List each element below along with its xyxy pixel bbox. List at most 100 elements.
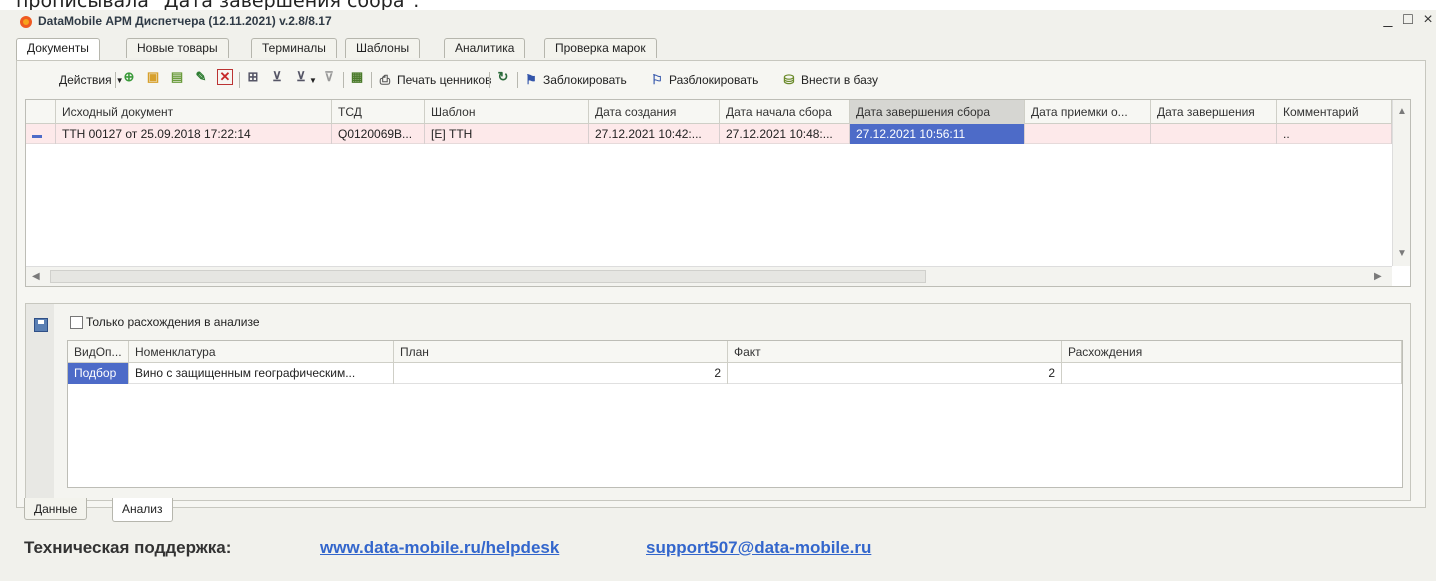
edit-icon[interactable]: ✎	[193, 69, 209, 85]
cell-diff[interactable]	[1062, 363, 1402, 384]
filter-settings-icon[interactable]: ⊞	[245, 69, 261, 85]
header-diff[interactable]: Расхождения	[1062, 341, 1402, 363]
add-copy-icon[interactable]: ▣	[145, 69, 161, 85]
header-fact[interactable]: Факт	[728, 341, 1062, 363]
header-source-doc[interactable]: Исходный документ	[56, 100, 332, 124]
save-icon[interactable]	[34, 318, 48, 332]
database-icon: ⛁	[783, 72, 795, 87]
tab-analytics[interactable]: Аналитика	[444, 38, 526, 58]
tab-documents[interactable]: Документы	[16, 38, 100, 60]
actions-menu[interactable]: Действия ▼	[59, 69, 124, 91]
cell-created[interactable]: 27.12.2021 10:42:...	[589, 124, 720, 144]
cell-start[interactable]: 27.12.2021 10:48:...	[720, 124, 850, 144]
lock-label: Заблокировать	[543, 73, 627, 87]
scroll-right-icon[interactable]: ▶	[1374, 271, 1382, 282]
clear-filter-icon[interactable]: ⊽	[321, 69, 337, 85]
header-plan[interactable]: План	[394, 341, 728, 363]
cell-plan[interactable]: 2	[394, 363, 728, 384]
cell-source-doc[interactable]: ТТН 00127 от 25.09.2018 17:22:14	[56, 124, 332, 144]
header-item[interactable]: Номенклатура	[129, 341, 394, 363]
cell-accept[interactable]	[1025, 124, 1151, 144]
cell-tsd[interactable]: Q0120069B...	[332, 124, 425, 144]
export-icon[interactable]: ▦	[349, 69, 365, 85]
support-label: Техническая поддержка:	[24, 538, 232, 557]
to-base-label: Внести в базу	[801, 73, 879, 87]
table-row[interactable]: Подбор Вино с защищенным географическим.…	[68, 363, 1402, 384]
only-diff-label: Только расхождения в анализе	[86, 315, 260, 329]
app-logo-icon	[20, 16, 32, 28]
tab-terminals[interactable]: Терминалы	[251, 38, 337, 58]
lock-button[interactable]: ⚑ Заблокировать	[523, 69, 627, 91]
cell-complete[interactable]	[1151, 124, 1277, 144]
documents-panel: Действия ▼ ⊕ ▣ ▤ ✎ ✕ ⊞ ⊻ ⊻ ▼ ⊽ ▦ ⎙ Печат…	[16, 60, 1426, 508]
toolbar-separator	[115, 72, 116, 88]
table-header: ВидОп... Номенклатура План Факт Расхожде…	[68, 341, 1402, 363]
row-marker-icon	[26, 124, 56, 144]
add-icon[interactable]: ⊕	[121, 69, 137, 85]
print-prices-label: Печать ценников	[397, 73, 492, 87]
header-marker	[26, 100, 56, 124]
header-template[interactable]: Шаблон	[425, 100, 589, 124]
tab-data[interactable]: Данные	[24, 498, 88, 520]
minimize-button[interactable]: _	[1378, 11, 1398, 29]
toolbar-separator	[371, 72, 372, 88]
unlock-button[interactable]: ⚐ Разблокировать	[649, 69, 758, 91]
header-finish[interactable]: Дата завершения сбора	[850, 100, 1025, 124]
unlock-label: Разблокировать	[669, 73, 759, 87]
filter-dropdown-icon[interactable]: ⊻	[293, 69, 309, 85]
support-email-link[interactable]: support507@data-mobile.ru	[646, 538, 871, 558]
tab-new-goods[interactable]: Новые товары	[126, 38, 229, 58]
only-diff-checkbox[interactable]	[70, 316, 83, 329]
cell-item[interactable]: Вино с защищенным географическим...	[129, 363, 394, 384]
unlock-icon: ⚐	[651, 72, 663, 87]
header-tsd[interactable]: ТСД	[332, 100, 425, 124]
header-created[interactable]: Дата создания	[589, 100, 720, 124]
toolbar-separator	[517, 72, 518, 88]
toolbar: Действия ▼ ⊕ ▣ ▤ ✎ ✕ ⊞ ⊻ ⊻ ▼ ⊽ ▦ ⎙ Печат…	[17, 69, 1427, 91]
tab-mark-check[interactable]: Проверка марок	[544, 38, 657, 58]
cell-finish[interactable]: 27.12.2021 10:56:11	[850, 124, 1025, 144]
analysis-table: ВидОп... Номенклатура План Факт Расхожде…	[67, 340, 1403, 488]
title-bar: DataMobile АРМ Диспетчера (12.11.2021) v…	[0, 10, 1436, 34]
helpdesk-link[interactable]: www.data-mobile.ru/helpdesk	[320, 538, 559, 558]
cell-template[interactable]: [Е] ТТН	[425, 124, 589, 144]
header-start[interactable]: Дата начала сбора	[720, 100, 850, 124]
cell-fact[interactable]: 2	[728, 363, 1062, 384]
cell-op[interactable]: Подбор	[68, 363, 129, 384]
horizontal-scrollbar[interactable]: ◀ ▶	[26, 266, 1392, 286]
filter-icon[interactable]: ⊻	[269, 69, 285, 85]
top-tabs: Документы Новые товары Терминалы Шаблоны…	[16, 38, 1426, 60]
tab-templates[interactable]: Шаблоны	[345, 38, 421, 58]
actions-label: Действия	[59, 73, 112, 87]
close-button[interactable]: ×	[1418, 11, 1436, 29]
printer-icon: ⎙	[379, 72, 391, 87]
add-group-icon[interactable]: ▤	[169, 69, 185, 85]
toolbar-separator	[489, 72, 490, 88]
table-header: Исходный документ ТСД Шаблон Дата создан…	[26, 100, 1392, 124]
lock-icon: ⚑	[525, 72, 537, 87]
cell-comment[interactable]: ..	[1277, 124, 1392, 144]
scroll-left-icon[interactable]: ◀	[32, 271, 40, 282]
table-row[interactable]: ТТН 00127 от 25.09.2018 17:22:14 Q012006…	[26, 124, 1392, 144]
analysis-panel: Только расхождения в анализе ВидОп... Но…	[25, 303, 1411, 501]
header-complete[interactable]: Дата завершения	[1151, 100, 1277, 124]
scroll-down-icon[interactable]: ▼	[1397, 248, 1407, 259]
dropdown-arrow-icon[interactable]: ▼	[309, 69, 317, 91]
tab-analysis[interactable]: Анализ	[112, 498, 173, 522]
vertical-scrollbar[interactable]: ▲ ▼	[1392, 100, 1410, 266]
toolbar-separator	[239, 72, 240, 88]
to-base-button[interactable]: ⛁ Внести в базу	[781, 69, 879, 91]
print-prices-button[interactable]: ⎙ Печать ценников	[377, 69, 492, 91]
delete-icon[interactable]: ✕	[217, 69, 233, 85]
maximize-button[interactable]: □	[1398, 11, 1418, 29]
scrollbar-thumb[interactable]	[50, 270, 926, 283]
header-accept[interactable]: Дата приемки о...	[1025, 100, 1151, 124]
app-window: DataMobile АРМ Диспетчера (12.11.2021) v…	[0, 10, 1436, 581]
scroll-up-icon[interactable]: ▲	[1397, 106, 1407, 117]
documents-table: Исходный документ ТСД Шаблон Дата создан…	[25, 99, 1411, 287]
header-op[interactable]: ВидОп...	[68, 341, 129, 363]
toolbar-separator	[343, 72, 344, 88]
analysis-sidebar	[26, 304, 54, 500]
header-comment[interactable]: Комментарий	[1277, 100, 1392, 124]
refresh-icon[interactable]: ↻	[495, 69, 511, 85]
